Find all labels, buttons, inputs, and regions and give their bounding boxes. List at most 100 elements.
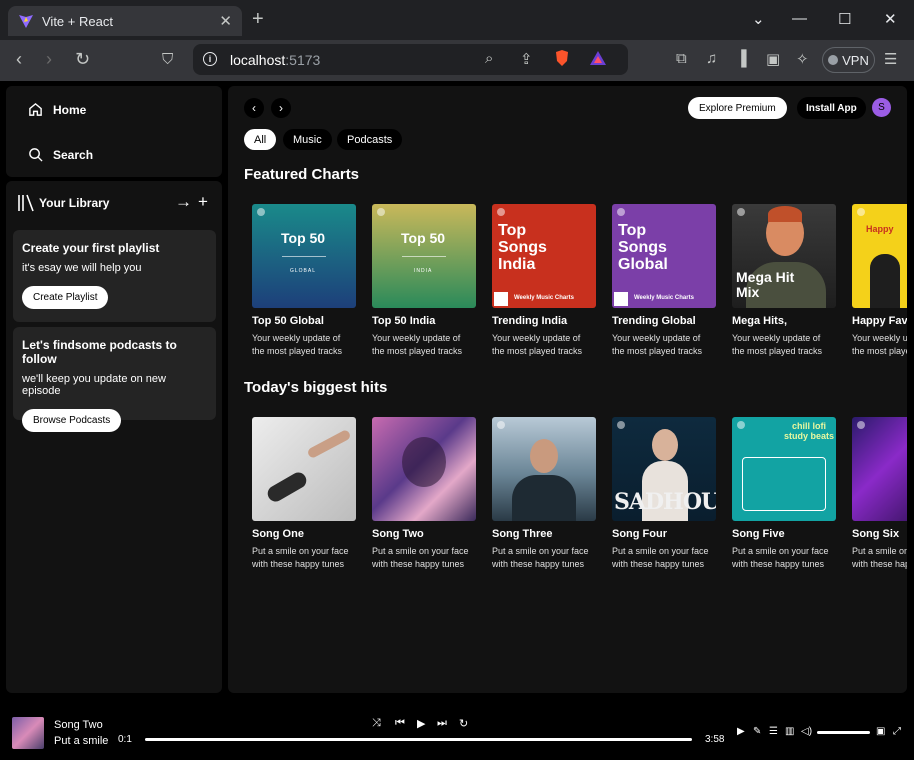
app-root: Home Search Your Library → + Create your… [0, 81, 914, 760]
song-tile[interactable]: SADHOUR Song Four Put a smile on your fa… [612, 417, 716, 571]
chevron-down-icon[interactable]: ⌄ [752, 10, 765, 28]
lyrics-icon[interactable]: ✎ [753, 726, 761, 737]
maximize-icon[interactable]: ☐ [838, 10, 851, 28]
fullscreen-icon[interactable]: ⤢ [893, 726, 901, 737]
media-icon[interactable]: ♫ [706, 50, 717, 67]
share-icon[interactable]: ⇪ [520, 50, 533, 68]
zoom-icon[interactable]: ⌕ [485, 50, 493, 67]
song-tile[interactable]: Song Three Put a smile on your face with … [492, 417, 596, 571]
wallet-icon[interactable]: ▣ [766, 50, 780, 68]
tile-desc: Put a smile on your facewith these happy… [492, 546, 589, 569]
song-tile[interactable]: Song Two Put a smile on your face with th… [372, 417, 476, 571]
progress-bar[interactable] [145, 738, 692, 741]
explore-premium-button[interactable]: Explore Premium [688, 97, 787, 119]
tile-desc: Put a smile on your facewith these happy… [732, 546, 829, 569]
tile-name: Song Four [612, 528, 667, 540]
cover-title: Top Songs Global [618, 222, 668, 273]
next-icon[interactable]: ⏭ [437, 717, 447, 730]
vpn-button[interactable]: VPN [822, 47, 875, 73]
brave-shield-icon[interactable] [554, 49, 570, 71]
leo-ai-icon[interactable]: ✧ [796, 50, 809, 68]
main-content: ‹ › Explore Premium Install App S All Mu… [228, 86, 907, 693]
url-text[interactable]: localhost:5173 [230, 52, 320, 68]
cover-title: chill lofi study beats [784, 421, 835, 441]
queue-icon[interactable]: ☰ [769, 726, 778, 737]
repeat-icon[interactable]: ↻ [459, 717, 468, 730]
close-window-icon[interactable]: ✕ [884, 10, 897, 28]
library-header[interactable]: Your Library [17, 194, 109, 212]
browse-podcasts-button[interactable]: Browse Podcasts [22, 409, 122, 432]
tile-name: Song Five [732, 528, 785, 540]
install-app-button[interactable]: Install App [797, 97, 866, 119]
chart-tile[interactable]: Happy Happy Favorites Your weekly update… [852, 204, 907, 358]
arrow-right-icon[interactable]: → [175, 192, 192, 212]
forward-icon[interactable]: › [46, 49, 52, 70]
podcast-card-title: Let's findsome podcasts to follow [22, 338, 177, 366]
avatar[interactable]: S [872, 98, 891, 117]
tile-desc: Your weekly update ofthe most played tra… [612, 333, 703, 356]
extensions-icon[interactable]: ⧉ [676, 50, 687, 67]
player-bar: Song Two Put a smile ⤨ ⏮ ▶ ⏭ ↻ 0:1 3:58 … [0, 700, 914, 760]
vpn-status-icon [828, 55, 839, 65]
omnibox[interactable]: i localhost:5173 ⌕ ⇪ [193, 44, 628, 75]
chart-tile[interactable]: Top Songs India Weekly Music Charts Tren… [492, 204, 596, 358]
new-tab-button[interactable]: + [252, 8, 264, 31]
brave-rewards-icon[interactable] [589, 50, 607, 70]
menu-icon[interactable]: ☰ [884, 50, 897, 68]
connect-device-icon[interactable]: ▥ [785, 726, 794, 737]
search-icon [29, 148, 43, 162]
now-playing-view-icon[interactable]: ▶ [737, 726, 745, 737]
cover-subtitle: GLOBAL [290, 268, 317, 274]
chart-cover: Happy [852, 204, 907, 308]
chart-tile[interactable]: Top Songs Global Weekly Music Charts Tre… [612, 204, 716, 358]
chip-podcasts[interactable]: Podcasts [337, 129, 403, 150]
search-label: Search [53, 147, 94, 162]
mini-player-icon[interactable]: ▣ [876, 726, 885, 737]
sidebar-icon[interactable]: ▐ [736, 50, 747, 67]
artist-face [652, 429, 678, 461]
volume-slider[interactable] [817, 731, 870, 734]
nav-search[interactable]: Search [28, 147, 93, 162]
reload-icon[interactable]: ↻ [75, 49, 90, 70]
volume-icon[interactable]: ◁) [801, 726, 812, 737]
song-tile[interactable]: Song One Put a smile on your face with th… [252, 417, 356, 571]
spotify-icon [377, 208, 385, 216]
shuffle-icon[interactable]: ⤨ [372, 717, 381, 730]
play-icon[interactable]: ▶ [417, 717, 425, 730]
plus-icon[interactable]: + [198, 192, 208, 212]
create-playlist-button[interactable]: Create Playlist [22, 286, 109, 309]
previous-icon[interactable]: ⏮ [395, 717, 405, 730]
cover-subtitle: Weekly Music Charts [514, 295, 574, 301]
back-icon[interactable]: ‹ [16, 49, 22, 70]
create-playlist-card: Create your first playlist it's esay we … [13, 230, 216, 322]
library-label: Your Library [39, 196, 110, 210]
nav-home[interactable]: Home [28, 102, 86, 117]
bookmark-icon[interactable]: ⛉ [162, 51, 173, 68]
tab-title: Vite + React [42, 13, 113, 29]
browser-tab[interactable]: Vite + React ✕ [8, 6, 242, 36]
url-host: localhost [230, 52, 286, 68]
forward-arrow-button[interactable]: › [271, 98, 291, 118]
cover-title: Top Songs India [498, 222, 547, 273]
tile-name: Mega Hits, [732, 315, 788, 327]
song-tile[interactable]: Song Six Put a smile on your facewith th… [852, 417, 907, 571]
sidebar-nav: Home Search [6, 86, 222, 177]
site-info-icon[interactable]: i [203, 52, 217, 66]
now-playing-artist: Put a smile [54, 735, 109, 747]
vpn-label: VPN [842, 52, 869, 68]
song-tile[interactable]: chill lofi study beats Song Five Put a s… [732, 417, 836, 571]
chart-tile[interactable]: Mega Hit Mix Mega Hits, Your weekly upda… [732, 204, 836, 358]
tile-desc: Your weekly update ofthe most played tra… [732, 333, 823, 356]
chart-tile[interactable]: Top 50 GLOBAL Top 50 Global Your weekly … [252, 204, 356, 358]
tile-name: Song One [252, 528, 304, 540]
spotify-icon [737, 421, 745, 429]
current-time: 0:1 [118, 734, 132, 745]
playlist-card-title: Create your first playlist [22, 241, 160, 255]
close-tab-icon[interactable]: ✕ [219, 12, 232, 30]
chart-cover: Top 50 INDIA [372, 204, 476, 308]
minimize-icon[interactable]: — [792, 10, 807, 27]
chip-music[interactable]: Music [283, 129, 332, 150]
chip-all[interactable]: All [244, 129, 277, 150]
back-arrow-button[interactable]: ‹ [244, 98, 264, 118]
chart-tile[interactable]: Top 50 INDIA Top 50 India Your weekly up… [372, 204, 476, 358]
